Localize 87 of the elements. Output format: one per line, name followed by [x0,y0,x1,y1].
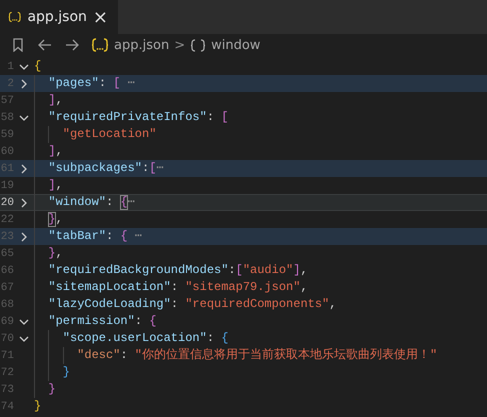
bracket: { [120,195,128,210]
line-number: 67 [0,282,14,294]
punctuation: , [300,280,308,295]
punctuation: , [56,212,63,227]
line-number: 57 [0,94,14,106]
bracket: [ [113,76,120,91]
punctuation: , [56,246,63,261]
forward-arrow-icon[interactable] [64,38,80,52]
json-key: "permission" [48,314,135,329]
folded-ellipsis[interactable]: ⋯ [128,229,142,244]
bookmark-icon[interactable] [12,38,24,52]
back-arrow-icon[interactable] [37,38,53,52]
line-number: 1 [6,60,14,72]
punctuation: : [106,195,114,210]
line-number: 73 [0,384,14,396]
json-key: "scope.userLocation" [62,331,207,346]
punctuation: , [300,263,308,278]
bracket: [ [221,110,228,125]
line-number: 59 [0,128,14,140]
bracket: { [221,331,228,346]
punctuation: : [98,76,108,91]
object-icon [190,38,206,52]
bracket: ] [293,263,300,278]
punctuation: : [206,110,216,125]
punctuation: , [56,93,63,108]
bracket: [ [236,263,243,278]
bracket: [ [149,161,156,176]
json-key: "desc" [77,348,120,363]
bracket: { [120,229,128,244]
bracket: } [48,212,56,227]
line-number: 68 [0,298,14,310]
line-number: 65 [0,248,14,260]
bracket: } [48,246,56,261]
json-file-icon [8,9,22,25]
json-key: "requiredPrivateInfos" [48,110,207,125]
tab-title: app.json [27,9,87,25]
bracket: } [48,382,56,397]
line-number: 58 [0,112,14,124]
string-value: "audio" [242,263,294,278]
line-number: 69 [0,316,14,328]
json-file-icon [91,37,109,53]
punctuation: : [106,229,114,244]
string-value: "你的位置信息将用于当前获取本地乐坛歌曲列表使用！" [134,348,438,363]
editor-tab[interactable]: app.json × [0,0,118,34]
line-number: 66 [0,264,14,276]
breadcrumb-item[interactable]: app.json [114,38,170,52]
bracket: } [62,365,70,380]
string-value: "requiredComponents" [185,297,330,312]
breadcrumb-separator: > [174,38,186,52]
folded-ellipsis[interactable]: ⋯ [156,161,164,176]
bracket: { [149,314,156,329]
line-number: 72 [0,366,14,378]
line-number: 22 [0,214,14,226]
line-number: 70 [0,332,14,344]
line-number: 19 [0,180,14,192]
punctuation: : [142,161,150,176]
json-key: "lazyCodeLoading" [48,297,171,312]
punctuation: , [56,144,63,159]
folded-ellipsis[interactable]: ⋯ [128,195,135,210]
json-key: "pages" [48,76,99,91]
bracket: ] [48,178,56,193]
punctuation: : [120,348,129,363]
string-value: "sitemap79.json" [185,280,300,295]
json-key: "subpackages" [48,161,142,176]
punctuation: : [170,297,180,312]
punctuation: : [134,314,144,329]
breadcrumb-item[interactable]: window [211,38,260,52]
punctuation: , [329,297,336,312]
bracket: ] [48,144,56,159]
line-number: 60 [0,146,14,158]
bracket: ] [48,93,56,108]
close-icon[interactable]: × [92,6,108,28]
line-number: 74 [0,400,14,412]
punctuation: , [56,178,63,193]
punctuation: : [206,331,216,346]
bracket: } [34,399,42,414]
json-key: "sitemapLocation" [48,280,171,295]
json-key: "window" [48,195,106,210]
bracket: { [34,59,42,74]
line-number: 71 [0,350,14,362]
json-key: "tabBar" [48,229,106,244]
line-number: 20 [0,196,14,208]
folded-ellipsis[interactable]: ⋯ [120,76,135,91]
punctuation: : [228,263,236,278]
punctuation: : [170,280,180,295]
string-value: "getLocation" [62,127,156,142]
json-key: "requiredBackgroundModes" [48,263,228,278]
